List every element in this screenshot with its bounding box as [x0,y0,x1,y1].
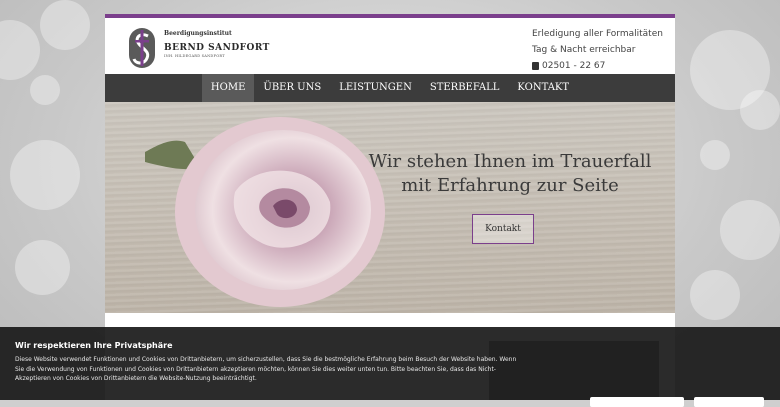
hero-title-line-1: Wir stehen Ihnen im Trauerfall [368,151,652,172]
contact-line-formalities: Erledigung aller Formalitäten [532,29,663,39]
nav-item-leistungen[interactable]: LEISTUNGEN [330,74,421,102]
hero-title-line-2: mit Erfahrung zur Seite [401,175,619,196]
site-header: Beerdigungsinstitut BERND SANDFORT INH. … [105,18,675,74]
phone-icon [532,62,539,70]
main-nav: HOME ÜBER UNS LEISTUNGEN STERBEFALL KONT… [105,74,675,102]
cookie-title: Wir respektieren Ihre Privatsphäre [15,341,173,350]
logo-name[interactable]: BERND SANDFORT [164,43,270,53]
cookie-button-secondary[interactable] [590,397,684,407]
header-contact: Erledigung aller Formalitäten Tag & Nach… [532,26,663,74]
hero-title: Wir stehen Ihnen im Trauerfall mit Erfah… [360,150,660,198]
nav-item-kontakt[interactable]: KONTAKT [508,74,578,102]
nav-item-sterbefall[interactable]: STERBEFALL [421,74,509,102]
contact-phone[interactable]: 02501 - 22 67 [542,58,605,74]
logo-owner: INH. HILDEGARD SANDFORT [164,54,225,58]
rose-image [145,117,385,307]
nav-item-home[interactable]: HOME [201,74,255,102]
cookie-banner: Wir respektieren Ihre Privatsphäre Diese… [0,327,780,407]
logo-tagline: Beerdigungsinstitut [164,30,232,37]
logo-icon[interactable] [129,28,155,68]
cookie-text: Diese Website verwendet Funktionen und C… [15,356,517,382]
hero-contact-button[interactable]: Kontakt [472,214,534,244]
cookie-button-accept[interactable] [694,397,764,407]
nav-item-ueber-uns[interactable]: ÜBER UNS [254,74,330,102]
contact-line-availability: Tag & Nacht erreichbar [532,45,636,55]
contact-phone-row: 02501 - 22 67 [532,58,663,74]
hero-banner: Wir stehen Ihnen im Trauerfall mit Erfah… [105,102,675,313]
